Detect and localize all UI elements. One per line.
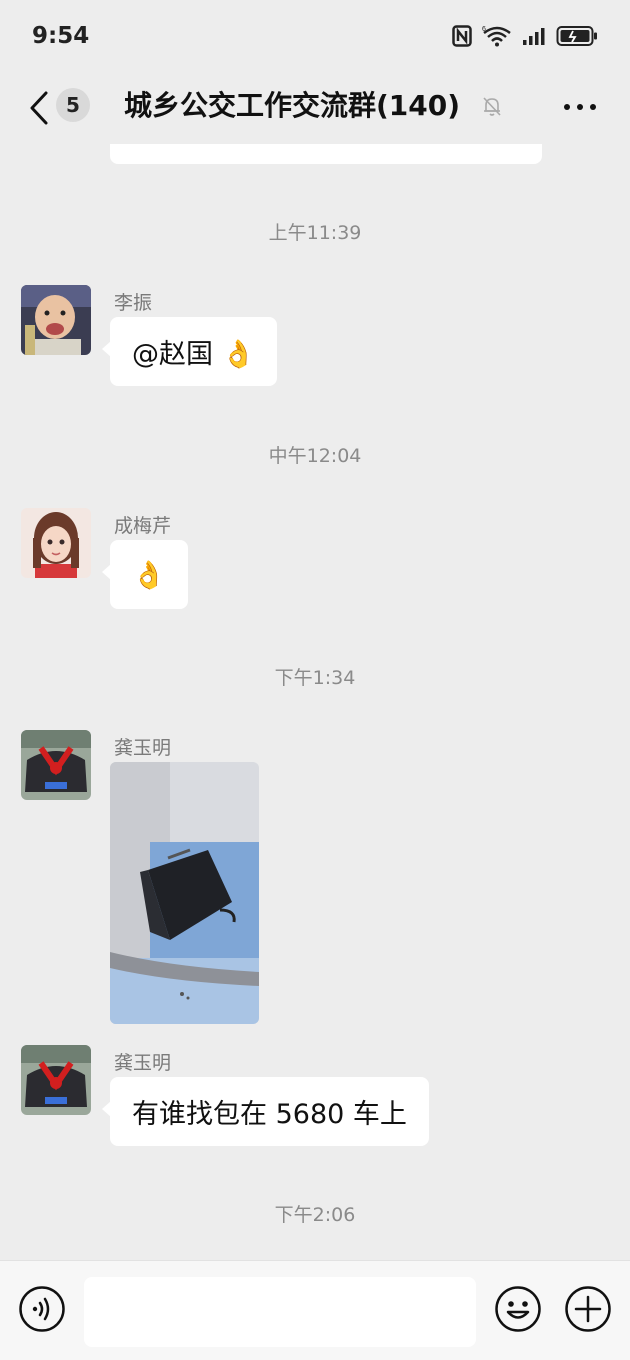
sender-name: 龚玉明 <box>114 737 172 759</box>
chat-title: 城乡公交工作交流群(140) <box>124 89 461 122</box>
battery-icon <box>556 26 597 46</box>
timestamp: 上午11:39 <box>268 222 362 244</box>
status-icons: 6 <box>452 25 598 47</box>
sender-name: 成梅芹 <box>114 515 172 537</box>
timestamp: 下午1:34 <box>274 667 356 689</box>
status-bar: 9:54 6 <box>0 0 630 72</box>
avatar[interactable] <box>21 730 91 800</box>
wifi-icon: 6 <box>482 26 511 47</box>
nfc-icon <box>452 25 472 47</box>
unread-count-badge[interactable]: 5 <box>56 88 90 122</box>
more-dot <box>577 104 583 110</box>
signal-icon <box>523 28 545 45</box>
avatar[interactable] <box>21 508 91 578</box>
emoji-button[interactable] <box>494 1285 542 1333</box>
message-bubble[interactable]: 有谁找包在 5680 车上 <box>102 1077 429 1146</box>
more-button[interactable] <box>562 96 598 118</box>
message-bubble[interactable]: 👌 <box>102 540 188 609</box>
bell-off-icon <box>483 97 501 116</box>
sender-name: 龚玉明 <box>114 1052 172 1074</box>
avatar[interactable] <box>21 1045 91 1115</box>
svg-text:6: 6 <box>482 26 486 33</box>
message-input[interactable] <box>84 1277 476 1347</box>
voice-button[interactable] <box>18 1285 66 1333</box>
status-time: 9:54 <box>32 23 90 49</box>
avatar[interactable] <box>21 285 91 355</box>
more-dot <box>564 104 570 110</box>
previous-message-bubble[interactable] <box>110 144 542 164</box>
input-bar <box>0 1260 630 1360</box>
plus-button[interactable] <box>564 1285 612 1333</box>
timestamp: 下午2:06 <box>274 1204 356 1226</box>
back-button[interactable] <box>24 90 54 126</box>
more-dot <box>590 104 596 110</box>
sender-name: 李振 <box>114 292 153 314</box>
photo-message[interactable] <box>110 762 259 1024</box>
timestamp: 中午12:04 <box>268 445 362 467</box>
message-bubble[interactable]: @赵国 👌 <box>101 317 278 386</box>
chat-area[interactable]: 上午11:39 李振 @赵国 👌 中午12:04 成梅芹 👌 下午1:34 龚玉… <box>0 144 630 1260</box>
